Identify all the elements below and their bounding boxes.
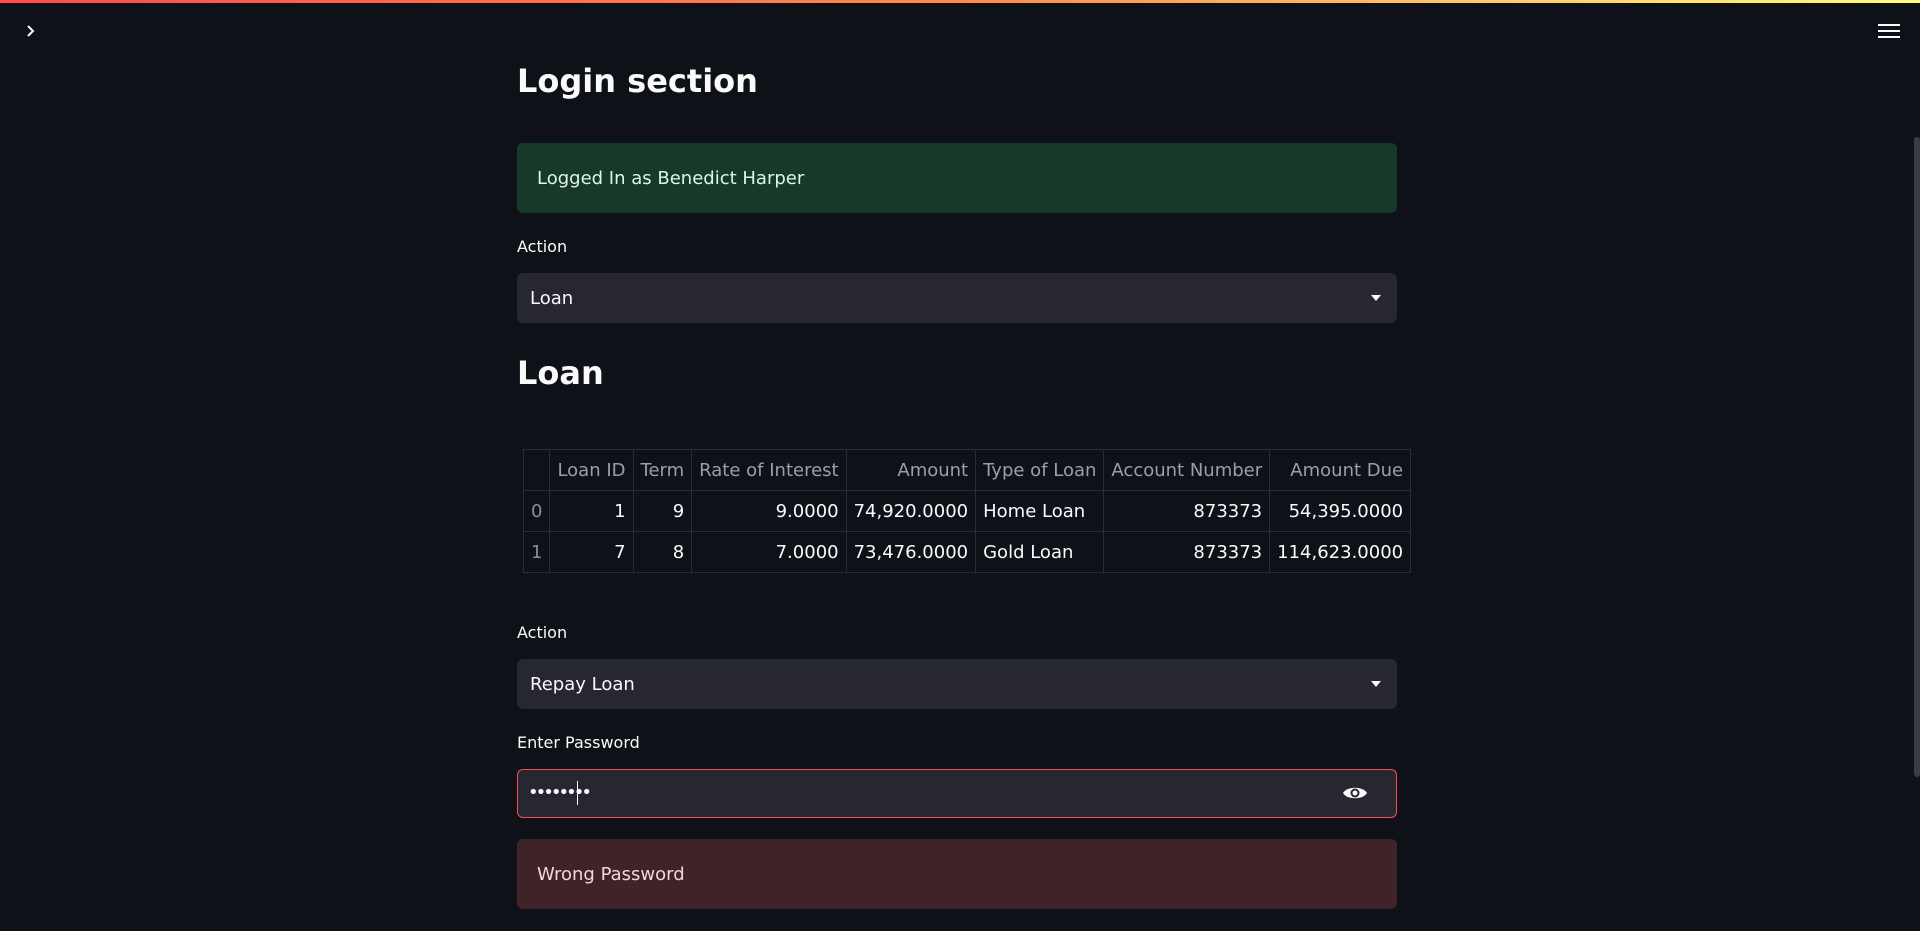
text-cursor — [577, 781, 578, 805]
column-header: Loan ID — [549, 449, 634, 491]
column-header: Amount Due — [1269, 449, 1412, 491]
action-label: Action — [517, 623, 568, 642]
top-decoration-bar — [0, 0, 1920, 3]
table-cell: 9.0000 — [691, 490, 847, 532]
loan-heading: Loan — [517, 354, 604, 392]
action-select[interactable]: Repay Loan — [517, 659, 1397, 709]
table-cell: 9 — [632, 490, 693, 532]
table-cell: 7 — [549, 531, 634, 573]
hamburger-menu-icon — [1878, 24, 1900, 38]
login-status-text: Logged In as Benedict Harper — [537, 167, 805, 189]
table-cell: 114,623.0000 — [1269, 531, 1412, 573]
action-select-value: Repay Loan — [530, 673, 635, 695]
row-index-cell: 0 — [522, 490, 551, 532]
table-cell: Home Loan — [975, 490, 1105, 532]
table-cell: 873373 — [1103, 490, 1271, 532]
caret-down-icon — [1371, 295, 1381, 301]
main-menu-button[interactable] — [1876, 20, 1902, 42]
eye-icon[interactable] — [1342, 784, 1368, 802]
column-header — [522, 449, 551, 491]
action-select[interactable]: Loan — [517, 273, 1397, 323]
table-cell: Gold Loan — [975, 531, 1105, 573]
column-header: Rate of Interest — [691, 449, 847, 491]
caret-down-icon — [1371, 681, 1381, 687]
column-header: Amount — [845, 449, 977, 491]
password-label: Enter Password — [517, 733, 640, 752]
action-label: Action — [517, 237, 568, 256]
row-index-cell: 1 — [522, 531, 551, 573]
login-status-alert: Logged In as Benedict Harper — [517, 143, 1397, 213]
column-header: Account Number — [1103, 449, 1271, 491]
table-row: 1 7 8 7.0000 73,476.0000 Gold Loan 87337… — [522, 531, 1412, 573]
table-cell: 7.0000 — [691, 531, 847, 573]
password-input[interactable]: •••••••• — [517, 769, 1397, 818]
error-alert: Wrong Password — [517, 839, 1397, 909]
table-cell: 73,476.0000 — [845, 531, 977, 573]
table-cell: 1 — [549, 490, 634, 532]
action-select-value: Loan — [530, 287, 574, 309]
password-value: •••••••• — [528, 782, 592, 803]
page-scrollbar[interactable] — [1914, 137, 1920, 777]
column-header: Type of Loan — [975, 449, 1105, 491]
column-header: Term — [632, 449, 693, 491]
table-cell: 8 — [632, 531, 693, 573]
sidebar-toggle-button[interactable] — [20, 20, 42, 42]
error-message: Wrong Password — [537, 863, 685, 885]
table-cell: 873373 — [1103, 531, 1271, 573]
table-cell: 74,920.0000 — [845, 490, 977, 532]
loan-table: Loan ID Term Rate of Interest Amount Typ… — [522, 449, 1412, 573]
table-cell: 54,395.0000 — [1269, 490, 1412, 532]
chevron-right-icon — [27, 25, 35, 37]
table-row: 0 1 9 9.0000 74,920.0000 Home Loan 87337… — [522, 490, 1412, 532]
table-header-row: Loan ID Term Rate of Interest Amount Typ… — [522, 449, 1412, 491]
page-title: Login section — [517, 62, 758, 100]
